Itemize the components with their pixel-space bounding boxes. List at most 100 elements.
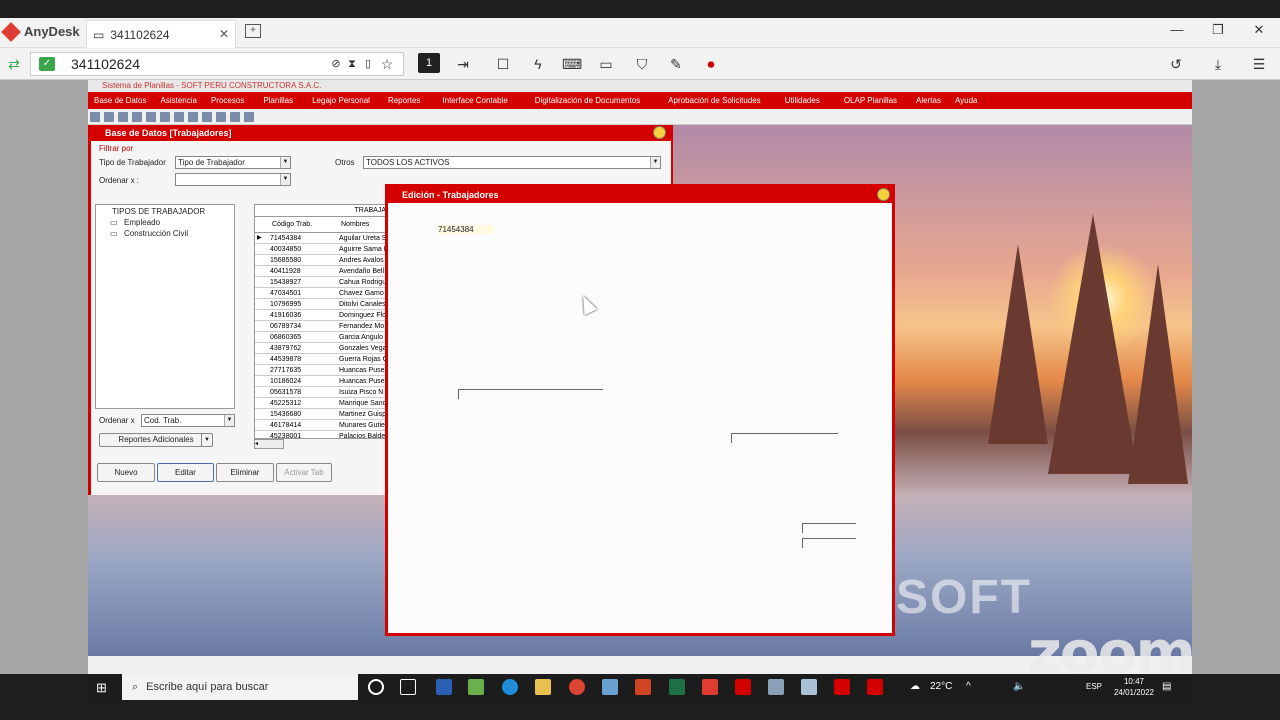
table-row[interactable]: 05631578 Isuiza Pisco N <box>255 387 388 398</box>
new-tab-icon[interactable]: + <box>245 24 261 38</box>
tool-icon[interactable] <box>118 111 128 122</box>
keyboard-icon[interactable]: ⌨ <box>562 54 582 74</box>
menu-ayuda[interactable]: Ayuda <box>955 96 978 105</box>
table-row[interactable]: 15685580 Andres Avalos <box>255 255 388 266</box>
menu-hamburger-icon[interactable]: ☰ <box>1249 54 1269 74</box>
connection-icon[interactable]: ⇄ <box>4 54 24 74</box>
taskbar-search[interactable]: ⌕ Escribe aquí para buscar <box>122 674 358 700</box>
tool-icon[interactable] <box>244 111 254 122</box>
close-window-icon[interactable] <box>877 188 890 201</box>
table-row[interactable]: 40411928 Avendaño Bell <box>255 266 388 277</box>
soft-app-icon[interactable] <box>735 679 751 695</box>
menu-aprobacion[interactable]: Aprobación de Solicitudes <box>668 96 761 105</box>
menu-planillas[interactable]: Planillas <box>263 96 293 105</box>
file-explorer-icon[interactable] <box>535 679 551 695</box>
permissions-shield-icon[interactable]: ⛉ <box>632 54 652 74</box>
table-row[interactable]: 40034850 Aguirre Sama E <box>255 244 388 255</box>
menu-digitalizacion[interactable]: Digitalización de Documentos <box>535 96 640 105</box>
tree-root[interactable]: TIPOS DE TRABAJADOR <box>112 207 205 216</box>
close-tab-icon[interactable]: ✕ <box>219 27 229 41</box>
bin-icon[interactable]: ▯ <box>358 54 378 74</box>
excel-icon[interactable] <box>669 679 685 695</box>
tool-icon[interactable] <box>174 111 184 122</box>
edicion-field[interactable] <box>802 523 856 533</box>
menu-procesos[interactable]: Procesos <box>211 96 244 105</box>
ordenar-select[interactable]: ▼ <box>175 173 291 186</box>
download-icon[interactable]: ⤓ <box>1208 54 1228 74</box>
tool-icon[interactable] <box>132 111 142 122</box>
windows-start-icon[interactable]: ⊞ <box>96 680 107 696</box>
table-row[interactable]: 15438927 Cahua Rodrigu <box>255 277 388 288</box>
tool-icon[interactable] <box>202 111 212 122</box>
cortana-icon[interactable] <box>368 679 384 695</box>
table-row[interactable]: 06860365 Garcia Angulo <box>255 332 388 343</box>
anydesk-icon[interactable] <box>702 679 718 695</box>
soft-app-icon[interactable] <box>834 679 850 695</box>
tool-icon[interactable] <box>90 111 100 122</box>
menu-reportes[interactable]: Reportes <box>388 96 420 105</box>
table-row[interactable]: 45238001 Palacios Balde <box>255 431 388 438</box>
transfer-icon[interactable]: ⇥ <box>453 54 473 74</box>
grid-scroll-left-icon[interactable]: ◂ <box>254 439 284 449</box>
display-icon[interactable]: ▭ <box>596 54 616 74</box>
remote-desktop[interactable]: SOFT Sistema de Planillas - SOFT PERU CO… <box>88 80 1192 674</box>
table-row[interactable]: 47034501 Chavez Gamo I <box>255 288 388 299</box>
menu-base-de-datos[interactable]: Base de Datos <box>94 96 146 105</box>
tool-icon[interactable] <box>188 111 198 122</box>
tipo-select[interactable]: Tipo de Trabajador ▼ <box>175 156 291 169</box>
menu-interface-contable[interactable]: Interface Contable <box>442 96 507 105</box>
powerpoint-icon[interactable] <box>635 679 651 695</box>
table-row[interactable]: 10186024 Huancas Puse <box>255 376 388 387</box>
table-row[interactable]: 10796995 Ditolvi Canales <box>255 299 388 310</box>
restore-icon[interactable]: ❐ <box>1198 22 1238 38</box>
session-tab[interactable]: ▭ 341102624 ✕ <box>86 20 236 48</box>
table-row[interactable]: 43879762 Gonzales Vega <box>255 343 388 354</box>
table-row[interactable]: 15436680 Martinez Guisp <box>255 409 388 420</box>
draw-pen-icon[interactable]: ✎ <box>666 54 686 74</box>
otros-select[interactable]: TODOS LOS ACTIVOS ▼ <box>363 156 661 169</box>
app-icon[interactable] <box>801 679 817 695</box>
editar-button[interactable]: Editar <box>157 463 214 482</box>
app-icon[interactable] <box>602 679 618 695</box>
soft-app-icon[interactable] <box>867 679 883 695</box>
table-row[interactable]: 27717635 Huancas Puse <box>255 365 388 376</box>
codigo-field[interactable]: 71454384 <box>438 225 494 234</box>
close-window-icon[interactable]: ✕ <box>1239 22 1279 38</box>
record-icon[interactable]: ⏺ <box>701 54 721 74</box>
activar-tab-button[interactable]: Activar Tab <box>276 463 332 482</box>
table-row[interactable]: 06789734 Fernandez Mo <box>255 321 388 332</box>
tool-icon[interactable] <box>160 111 170 122</box>
tool-icon[interactable] <box>146 111 156 122</box>
app-icon[interactable] <box>768 679 784 695</box>
menu-olap[interactable]: OLAP Planillas <box>844 96 897 105</box>
tree-item-empleado[interactable]: Empleado <box>124 218 160 227</box>
col-codigo[interactable]: Código Trab. <box>272 221 312 228</box>
nuevo-button[interactable]: Nuevo <box>97 463 155 482</box>
word-icon[interactable] <box>436 679 452 695</box>
menu-utilidades[interactable]: Utilidades <box>785 96 820 105</box>
app-icon[interactable] <box>468 679 484 695</box>
menu-legajo-personal[interactable]: Legajo Personal <box>312 96 370 105</box>
history-icon[interactable]: ↺ <box>1166 54 1186 74</box>
tool-icon[interactable] <box>230 111 240 122</box>
monitor-select-button[interactable]: 1 <box>418 53 440 73</box>
edicion-field[interactable] <box>731 433 838 443</box>
edge-icon[interactable] <box>502 679 518 695</box>
table-row[interactable]: 46178414 Munares Gutie <box>255 420 388 431</box>
table-row[interactable]: 44539878 Guerra Rojas G <box>255 354 388 365</box>
edicion-field[interactable] <box>802 538 856 548</box>
ordenar2-select[interactable]: Cod. Trab. ▼ <box>141 414 235 427</box>
tray-chevron-icon[interactable]: ^ <box>966 674 971 700</box>
menu-asistencia[interactable]: Asistencia <box>160 96 196 105</box>
reportes-adicionales-button[interactable]: Reportes Adicionales <box>99 433 213 447</box>
temperature[interactable]: 22°C <box>930 674 952 700</box>
table-row[interactable]: 45225312 Manrique Sanc <box>255 398 388 409</box>
tree-item-construccion[interactable]: Construcción Civil <box>124 229 188 238</box>
chrome-icon[interactable] <box>569 679 585 695</box>
reportes-dropdown-icon[interactable]: ▼ <box>201 433 213 447</box>
task-view-icon[interactable] <box>400 679 416 695</box>
edicion-field[interactable] <box>458 389 603 399</box>
close-window-icon[interactable] <box>653 126 666 139</box>
col-nombres[interactable]: Nombres <box>341 221 369 228</box>
chat-icon[interactable]: ☐ <box>493 54 513 74</box>
